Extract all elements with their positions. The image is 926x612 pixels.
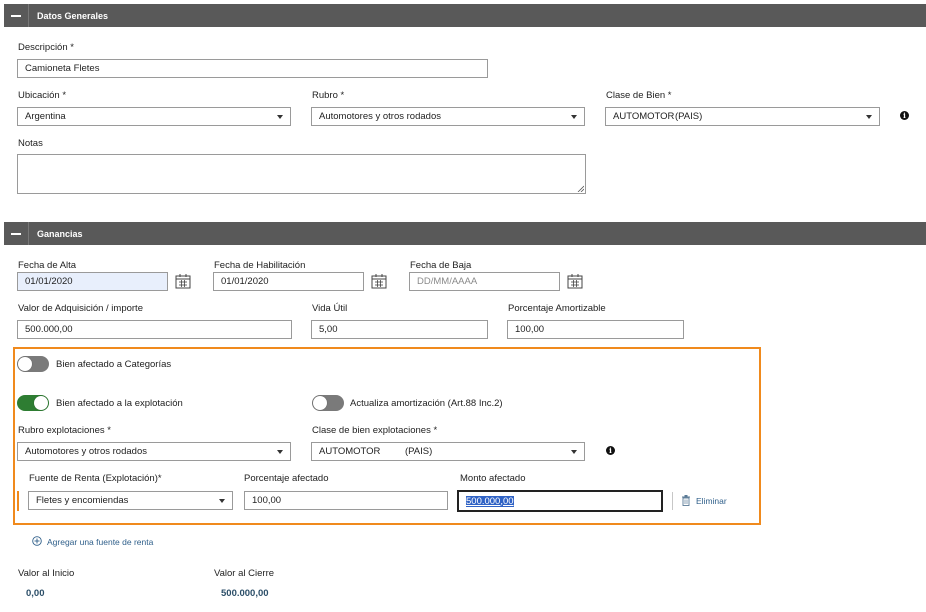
chevron-down-icon [571, 115, 577, 119]
chevron-down-icon [571, 450, 577, 454]
fecha-habilitacion-label: Fecha de Habilitación [214, 260, 306, 271]
calendar-icon[interactable] [175, 273, 191, 289]
monto-afectado-label: Monto afectado [460, 473, 526, 484]
collapse-icon[interactable] [4, 222, 29, 245]
fecha-alta-label: Fecha de Alta [18, 260, 77, 271]
fecha-baja-label: Fecha de Baja [410, 260, 472, 271]
toggle-amortizacion[interactable] [312, 395, 344, 411]
chevron-down-icon [866, 115, 872, 119]
clase-bien-select[interactable]: AUTOMOTOR (PAIS) [605, 107, 880, 126]
info-icon[interactable]: i [606, 446, 615, 455]
porcentaje-afectado-input[interactable]: 100,00 [244, 491, 448, 510]
monto-afectado-value: 500.000,00 [466, 495, 514, 507]
calendar-icon[interactable] [567, 273, 583, 289]
fecha-baja-input[interactable]: DD/MM/AAAA [409, 272, 560, 291]
chevron-down-icon [277, 115, 283, 119]
rubro-explotaciones-select[interactable]: Automotores y otros rodados [17, 442, 291, 461]
valor-cierre-label: Valor al Cierre [214, 568, 275, 579]
monto-afectado-input[interactable]: 500.000,00 [457, 490, 663, 512]
clase-bien-origin: (PAIS) [675, 111, 703, 122]
chevron-down-icon [277, 450, 283, 454]
descripcion-label: Descripción * [18, 42, 74, 53]
ubicacion-select[interactable]: Argentina [17, 107, 291, 126]
toggle-explotacion[interactable] [17, 395, 49, 411]
fuente-renta-select[interactable]: Fletes y encomiendas [28, 491, 233, 510]
row-marker [17, 491, 19, 511]
section-header-ganancias[interactable]: Ganancias [4, 222, 926, 245]
clase-explotaciones-origin: (PAIS) [405, 446, 433, 457]
clase-explotaciones-label: Clase de bien explotaciones * [312, 425, 438, 436]
section-header-datos-generales[interactable]: Datos Generales [4, 4, 926, 27]
resize-handle-icon[interactable] [577, 185, 584, 192]
fuente-renta-label: Fuente de Renta (Explotación)* [29, 473, 162, 484]
rubro-explotaciones-label: Rubro explotaciones * [18, 425, 111, 436]
clase-bien-code: AUTOMOTOR [613, 111, 675, 122]
rubro-label: Rubro * [312, 90, 345, 101]
vida-util-input[interactable]: 5,00 [311, 320, 488, 339]
valor-adquisicion-label: Valor de Adquisición / importe [18, 303, 143, 314]
notas-label: Notas [18, 138, 43, 149]
notas-textarea[interactable] [17, 154, 586, 194]
valor-adquisicion-input[interactable]: 500.000,00 [17, 320, 292, 339]
rubro-explotaciones-value: Automotores y otros rodados [25, 446, 147, 457]
fuente-renta-value: Fletes y encomiendas [36, 495, 129, 506]
eliminar-link[interactable]: Eliminar [696, 496, 727, 506]
collapse-icon[interactable] [4, 4, 29, 27]
toggle-explotacion-label: Bien afectado a la explotación [56, 398, 183, 409]
valor-inicio-value: 0,00 [26, 588, 45, 599]
agregar-fuente-link[interactable]: Agregar una fuente de renta [47, 537, 153, 547]
clase-explotaciones-code: AUTOMOTOR [319, 446, 381, 457]
clase-explotaciones-select[interactable]: AUTOMOTOR (PAIS) [311, 442, 585, 461]
toggle-amortizacion-label: Actualiza amortización (Art.88 Inc.2) [350, 398, 503, 409]
info-icon[interactable]: i [900, 111, 909, 120]
trash-icon[interactable] [681, 495, 691, 506]
rubro-select[interactable]: Automotores y otros rodados [311, 107, 585, 126]
valor-cierre-value: 500.000,00 [221, 588, 269, 599]
rubro-value: Automotores y otros rodados [319, 111, 441, 122]
fecha-alta-input[interactable]: 01/01/2020 [17, 272, 168, 291]
porcentaje-amortizable-label: Porcentaje Amortizable [508, 303, 606, 314]
vida-util-label: Vida Útil [312, 303, 348, 314]
toggle-categorias[interactable] [17, 356, 49, 372]
valor-inicio-label: Valor al Inicio [18, 568, 75, 579]
descripcion-input[interactable]: Camioneta Fletes [17, 59, 488, 78]
clase-bien-label: Clase de Bien * [606, 90, 672, 101]
plus-circle-icon[interactable] [32, 536, 42, 546]
chevron-down-icon [219, 499, 225, 503]
section-title: Ganancias [37, 228, 83, 239]
ubicacion-value: Argentina [25, 111, 66, 122]
section-title: Datos Generales [37, 10, 109, 21]
porcentaje-amortizable-input[interactable]: 100,00 [507, 320, 684, 339]
porcentaje-afectado-label: Porcentaje afectado [244, 473, 329, 484]
toggle-categorias-label: Bien afectado a Categorías [56, 359, 172, 370]
ubicacion-label: Ubicación * [18, 90, 67, 101]
fecha-habilitacion-input[interactable]: 01/01/2020 [213, 272, 364, 291]
divider [672, 492, 673, 510]
calendar-icon[interactable] [371, 273, 387, 289]
